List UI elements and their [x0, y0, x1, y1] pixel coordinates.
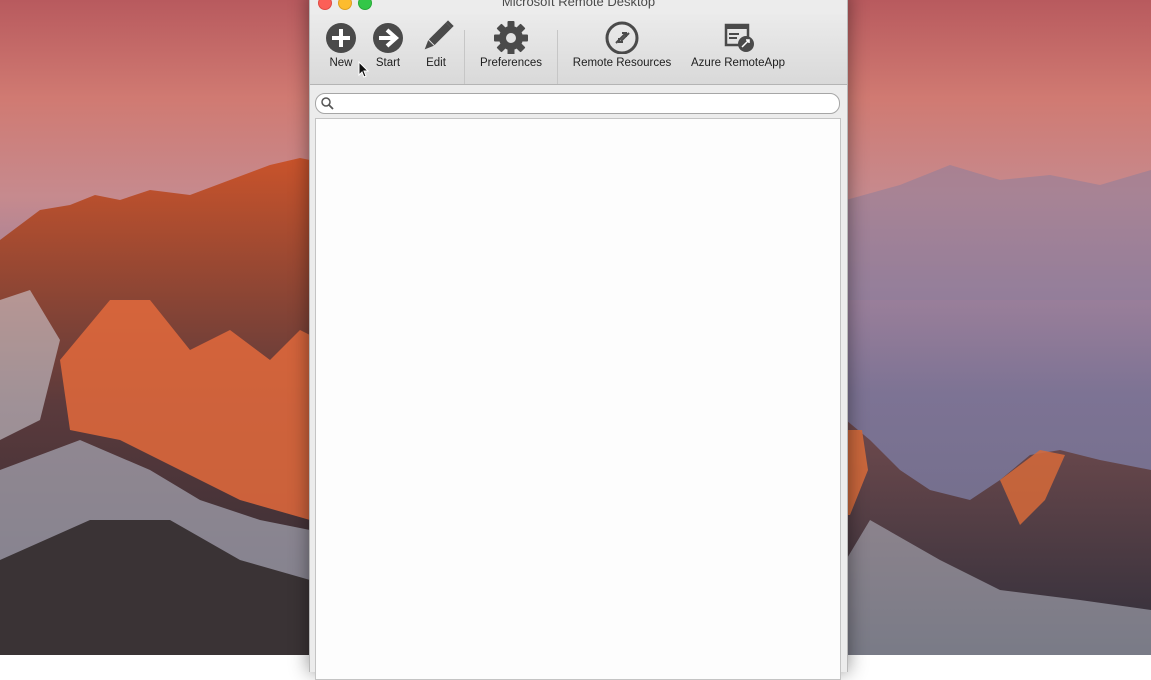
mouse-pointer-icon: [358, 61, 370, 78]
azure-remoteapp-icon: [724, 23, 754, 52]
app-window: Microsoft Remote Desktop New Start Edit …: [309, 0, 848, 680]
arrow-right-circle-icon: [373, 23, 403, 53]
azure-remoteapp-label: Azure RemoteApp: [691, 57, 785, 69]
remote-resources-button[interactable]: Remote Resources: [570, 14, 674, 69]
preferences-label: Preferences: [479, 57, 542, 69]
toolbar: New Start Edit Preferences Remote Resour…: [310, 14, 847, 85]
remote-resources-icon: [605, 21, 639, 54]
remote-resources-label: Remote Resources: [572, 57, 672, 69]
plus-circle-icon: [326, 23, 356, 53]
pencil-icon: [424, 20, 454, 50]
start-label: Start: [375, 57, 401, 69]
connection-list[interactable]: [315, 118, 841, 680]
toolbar-separator: [557, 30, 558, 84]
edit-button[interactable]: Edit: [414, 14, 458, 69]
search-icon: [321, 97, 334, 110]
toolbar-separator: [464, 30, 465, 84]
start-button[interactable]: Start: [366, 14, 410, 69]
azure-remoteapp-button[interactable]: Azure RemoteApp: [686, 14, 790, 69]
preferences-button[interactable]: Preferences: [476, 14, 546, 69]
search-input[interactable]: [338, 95, 832, 113]
edit-label: Edit: [426, 57, 446, 69]
search-field[interactable]: [315, 93, 840, 114]
gear-icon: [494, 21, 528, 54]
window-title: Microsoft Remote Desktop: [501, 0, 656, 9]
title-bar[interactable]: Microsoft Remote Desktop: [310, 0, 847, 14]
